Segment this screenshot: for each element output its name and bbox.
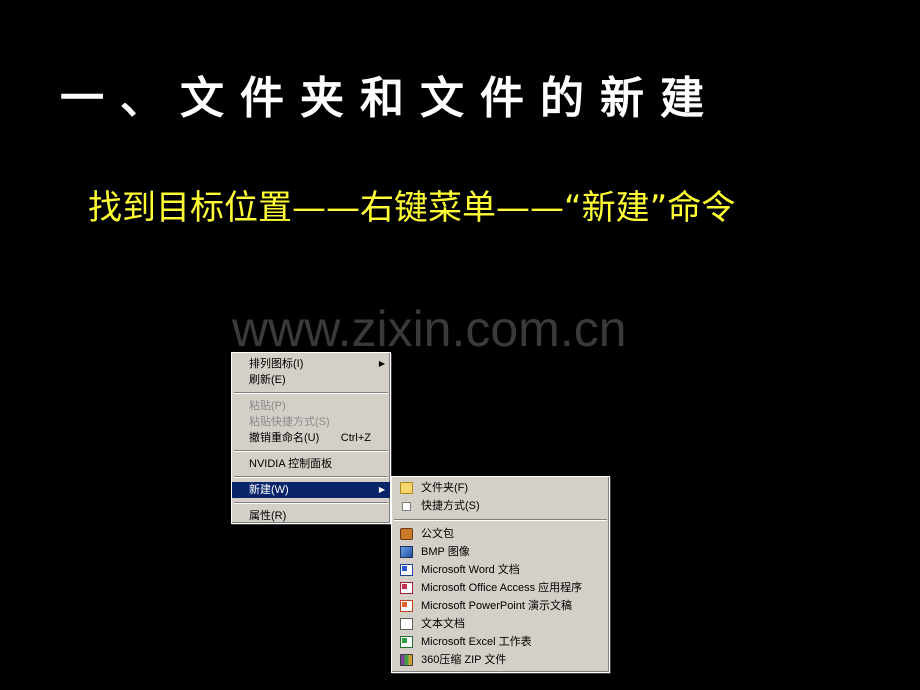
submenu-item-word[interactable]: Microsoft Word 文档 (392, 561, 609, 579)
menu-item-paste-shortcut: 粘贴快捷方式(S) (232, 414, 390, 430)
desktop-context-menu: 排列图标(I) ▶ 刷新(E) 粘贴(P) 粘贴快捷方式(S) 撤销重命名(U)… (231, 352, 391, 524)
menu-item-label: Microsoft PowerPoint 演示文稿 (421, 600, 572, 612)
submenu-item-shortcut[interactable]: 快捷方式(S) (392, 497, 609, 515)
menu-separator (234, 502, 388, 504)
slide-subtitle: 找到目标位置——右键菜单——“新建”命令 (88, 188, 736, 228)
menu-item-undo-rename[interactable]: 撤销重命名(U) Ctrl+Z (232, 430, 390, 446)
menu-separator (234, 476, 388, 478)
submenu-item-access[interactable]: Microsoft Office Access 应用程序 (392, 579, 609, 597)
menu-item-label: 文件夹(F) (421, 482, 469, 494)
shortcut-icon (402, 502, 411, 511)
menu-item-arrange-icons[interactable]: 排列图标(I) ▶ (232, 356, 390, 372)
new-submenu: 文件夹(F) 快捷方式(S) 公文包 BMP 图像 Microsoft Word… (391, 476, 610, 673)
menu-item-label: 公文包 (421, 528, 454, 540)
menu-item-label: BMP 图像 (421, 546, 470, 558)
folder-icon (400, 482, 413, 494)
bmp-icon (400, 546, 413, 558)
menu-item-nvidia-control-panel[interactable]: NVIDIA 控制面板 (232, 456, 390, 472)
submenu-item-folder[interactable]: 文件夹(F) (392, 479, 609, 497)
zip-icon (400, 654, 413, 666)
menu-item-label: Microsoft Word 文档 (421, 564, 520, 576)
menu-separator (394, 519, 607, 521)
briefcase-icon (400, 528, 413, 540)
submenu-arrow-icon: ▶ (378, 359, 385, 368)
word-doc-icon (400, 564, 413, 576)
menu-item-label: 360压缩 ZIP 文件 (421, 654, 507, 666)
submenu-item-briefcase[interactable]: 公文包 (392, 525, 609, 543)
excel-icon (400, 636, 413, 648)
text-doc-icon (400, 618, 413, 630)
submenu-item-text[interactable]: 文本文档 (392, 615, 609, 633)
menu-item-label: 属性(R) (249, 510, 287, 522)
menu-separator (234, 392, 388, 394)
menu-item-label: 粘贴快捷方式(S) (249, 416, 330, 428)
access-icon (400, 582, 413, 594)
menu-item-label: 排列图标(I) (249, 358, 304, 370)
menu-item-label: Microsoft Office Access 应用程序 (421, 582, 583, 594)
menu-item-label: 粘贴(P) (249, 400, 286, 412)
menu-separator (234, 450, 388, 452)
submenu-item-excel[interactable]: Microsoft Excel 工作表 (392, 633, 609, 651)
menu-item-properties[interactable]: 属性(R) (232, 508, 390, 524)
menu-item-label: 快捷方式(S) (421, 500, 480, 512)
menu-item-label: NVIDIA 控制面板 (249, 458, 333, 470)
submenu-arrow-icon: ▶ (378, 485, 385, 494)
menu-item-paste: 粘贴(P) (232, 398, 390, 414)
watermark: www.zixin.com.cn (232, 301, 627, 357)
menu-item-new[interactable]: 新建(W) ▶ (232, 482, 390, 498)
menu-item-label: 刷新(E) (249, 374, 286, 386)
menu-item-label: 撤销重命名(U) (249, 432, 320, 444)
powerpoint-icon (400, 600, 413, 612)
submenu-item-bmp[interactable]: BMP 图像 (392, 543, 609, 561)
menu-item-refresh[interactable]: 刷新(E) (232, 372, 390, 388)
menu-item-shortcut: Ctrl+Z (340, 432, 371, 444)
menu-item-label: 新建(W) (249, 484, 289, 496)
submenu-item-powerpoint[interactable]: Microsoft PowerPoint 演示文稿 (392, 597, 609, 615)
slide-title: 一、文件夹和文件的新建 (60, 73, 720, 124)
menu-item-label: Microsoft Excel 工作表 (421, 636, 532, 648)
submenu-item-zip[interactable]: 360压缩 ZIP 文件 (392, 651, 609, 669)
menu-item-label: 文本文档 (421, 618, 465, 630)
